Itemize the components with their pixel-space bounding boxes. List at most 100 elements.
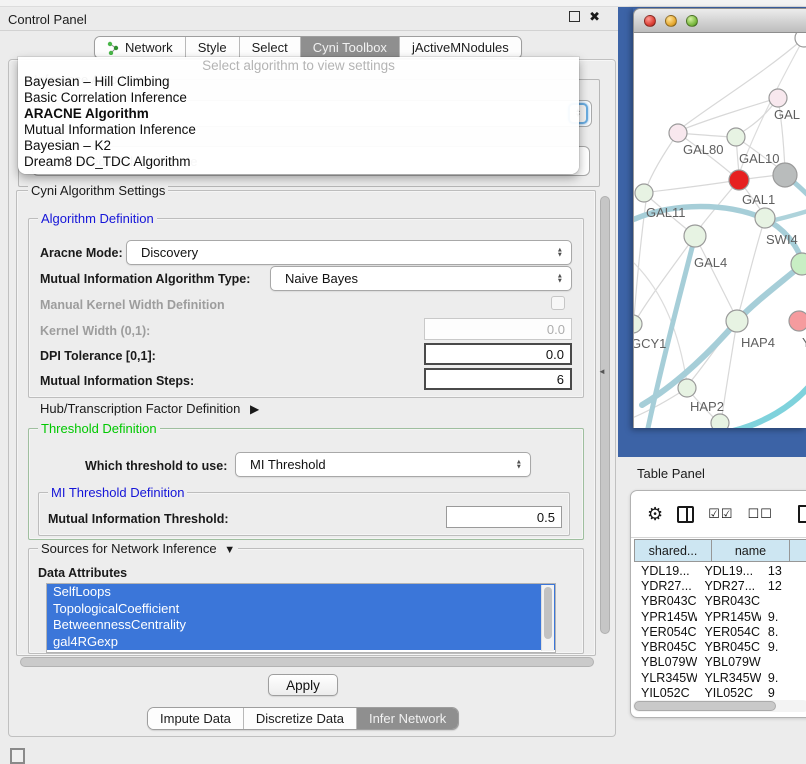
apply-button[interactable]: Apply	[268, 674, 338, 696]
network-node[interactable]	[711, 414, 729, 428]
collapse-down-icon[interactable]: ▼	[220, 544, 235, 556]
mi-type-label: Mutual Information Algorithm Type:	[40, 272, 250, 286]
hub-definition-toggle[interactable]: Hub/Transcription Factor Definition ▶	[40, 401, 259, 416]
table-row[interactable]: YDR27...YDR27...12	[634, 578, 806, 593]
table-cell: YBR045C	[697, 640, 760, 654]
network-node-gcy1[interactable]	[634, 315, 642, 333]
table-body[interactable]: YDL19...YDL19...13YDR27...YDR27...12YBR0…	[634, 563, 806, 699]
network-edge[interactable]	[684, 98, 778, 129]
algorithm-option[interactable]: Dream8 DC_TDC Algorithm	[18, 154, 579, 170]
zoom-window-icon[interactable]	[686, 15, 698, 27]
combobox-stepper-icon: ▲▼	[557, 247, 563, 258]
float-panel-icon[interactable]	[569, 11, 580, 22]
data-attributes-list[interactable]: SelfLoopsTopologicalCoefficientBetweenne…	[46, 583, 556, 653]
network-node-gal10[interactable]	[727, 128, 745, 146]
table-cell: YIL052C	[634, 686, 697, 699]
network-node-hap2[interactable]	[678, 379, 696, 397]
dpi-tolerance-field[interactable]: 0.0	[424, 343, 572, 365]
network-node-hap4[interactable]	[726, 310, 748, 332]
file-icon[interactable]	[798, 505, 806, 523]
table-row[interactable]: YPR145WYPR145W9.	[634, 609, 806, 624]
table-row[interactable]: YBR043CYBR043C	[634, 594, 806, 609]
network-edge[interactable]	[695, 236, 734, 313]
network-node-y[interactable]	[789, 311, 806, 331]
network-node-swi4[interactable]	[755, 208, 775, 228]
table-column-header[interactable]: name	[712, 539, 790, 562]
tab-jactivemnodules[interactable]: jActiveMNodules	[399, 37, 521, 58]
network-node[interactable]	[773, 163, 797, 187]
cyni-settings-label: Cyni Algorithm Settings	[28, 183, 168, 198]
table-cell: YDR27...	[634, 579, 697, 593]
network-edge[interactable]	[642, 264, 803, 405]
network-canvas[interactable]: GALGAL80GAL10GAL1GAL11SWI4GAL4GCY1HAP4YH…	[633, 33, 806, 428]
table-cell: YER054C	[634, 625, 697, 639]
mi-threshold-value: 0.5	[537, 510, 555, 525]
aracne-mode-combobox[interactable]: Discovery ▲▼	[126, 240, 572, 265]
expand-right-icon[interactable]: ▶	[244, 402, 259, 416]
attribute-list-item[interactable]: TopologicalCoefficient	[47, 601, 555, 618]
mi-steps-field[interactable]: 6	[424, 368, 572, 390]
network-node-gal1[interactable]	[729, 170, 749, 190]
attribute-list-item[interactable]: BetweennessCentrality	[47, 617, 555, 634]
table-row[interactable]: YIL052CYIL052C9	[634, 685, 806, 699]
network-node-gal[interactable]	[769, 89, 787, 107]
which-threshold-combobox[interactable]: MI Threshold ▲▼	[235, 452, 531, 477]
network-node-gal4[interactable]	[684, 225, 706, 247]
algorithm-option[interactable]: Basic Correlation Inference	[18, 90, 579, 106]
tab-select[interactable]: Select	[239, 37, 300, 58]
tab-impute-data[interactable]: Impute Data	[148, 708, 243, 729]
deselect-all-checkboxes-icon[interactable]: ☐☐	[747, 506, 772, 522]
tab-style[interactable]: Style	[185, 37, 239, 58]
algorithm-option[interactable]: ARACNE Algorithm	[18, 106, 579, 122]
control-panel-title: Control Panel	[0, 12, 87, 27]
table-row[interactable]: YLR345WYLR345W9.	[634, 670, 806, 685]
network-node-label: GAL4	[694, 255, 727, 270]
settings-hscrollbar[interactable]	[20, 657, 594, 667]
table-row[interactable]: YER054CYER054C8.	[634, 624, 806, 639]
tab-infer-network[interactable]: Infer Network	[356, 708, 458, 729]
tab-network[interactable]: Network	[95, 37, 185, 58]
network-node-label: GCY1	[634, 336, 666, 351]
table-cell: YBL079W	[634, 655, 697, 669]
table-row[interactable]: YBL079WYBL079W	[634, 655, 806, 670]
manual-kernel-checkbox[interactable]	[551, 296, 565, 310]
select-all-checkboxes-icon[interactable]: ☑☑	[708, 506, 733, 522]
attribute-list-item[interactable]: SelfLoops	[47, 584, 555, 601]
mi-steps-value: 6	[557, 372, 564, 387]
tab-cyni-toolbox[interactable]: Cyni Toolbox	[300, 37, 399, 58]
table-row[interactable]: YDL19...YDL19...13	[634, 563, 806, 578]
network-edge[interactable]	[646, 133, 678, 189]
network-node-gal80[interactable]	[669, 124, 687, 142]
sources-toggle[interactable]: Sources for Network Inference ▼	[38, 541, 238, 556]
tab-discretize-data[interactable]: Discretize Data	[243, 708, 356, 729]
network-view-window: GALGAL80GAL10GAL1GAL11SWI4GAL4GCY1HAP4YH…	[633, 8, 806, 428]
close-window-icon[interactable]	[644, 15, 656, 27]
algorithm-option[interactable]: Mutual Information Inference	[18, 122, 579, 138]
network-edge[interactable]	[650, 180, 739, 192]
table-column-header[interactable]	[790, 539, 806, 562]
kernel-width-field[interactable]: 0.0	[424, 318, 572, 340]
algorithm-option[interactable]: Bayesian – Hill Climbing	[18, 74, 579, 90]
algorithm-option[interactable]: Bayesian – K2	[18, 138, 579, 154]
attributes-scrollbar[interactable]	[541, 585, 554, 651]
attribute-list-item[interactable]: gal4RGexp	[47, 634, 555, 651]
table-column-header[interactable]: shared...	[634, 539, 712, 562]
table-hscrollbar[interactable]	[633, 700, 806, 712]
close-panel-icon[interactable]: ✖	[589, 11, 600, 22]
gear-icon[interactable]: ⚙	[647, 504, 663, 525]
table-header-row[interactable]: shared...name	[634, 539, 806, 562]
mi-threshold-group-label: MI Threshold Definition	[48, 485, 187, 500]
minimize-window-icon[interactable]	[665, 15, 677, 27]
mi-threshold-field[interactable]: 0.5	[446, 506, 562, 528]
network-edge[interactable]	[724, 383, 806, 428]
settings-scrollbar[interactable]	[599, 192, 612, 655]
columns-icon[interactable]	[677, 506, 694, 523]
table-toolbar: ⚙ ☑☑ ☐☐	[631, 491, 806, 538]
table-cell: YIL052C	[697, 686, 760, 699]
combobox-stepper-icon: ▲▼	[557, 273, 563, 284]
network-node-gal11[interactable]	[635, 184, 653, 202]
splitter-collapse-icon[interactable]: ◄	[598, 367, 606, 376]
mi-type-combobox[interactable]: Naive Bayes ▲▼	[270, 266, 572, 291]
table-row[interactable]: YBR045CYBR045C9.	[634, 639, 806, 654]
network-window-titlebar[interactable]	[633, 8, 806, 33]
